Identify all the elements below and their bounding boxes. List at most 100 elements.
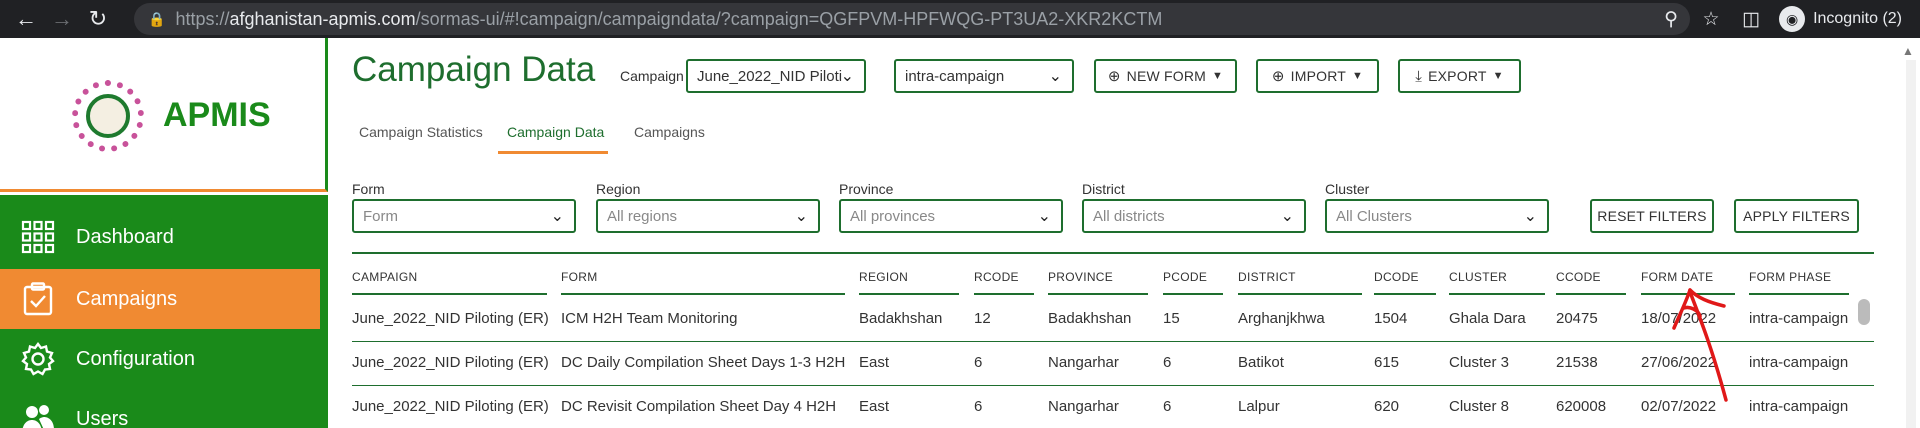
cell-pcode: 6 xyxy=(1163,354,1172,371)
form-filter-select[interactable]: Form ⌄ xyxy=(352,199,576,233)
cell-ccode: 620008 xyxy=(1556,398,1607,415)
cell-pcode: 6 xyxy=(1163,398,1172,415)
cell-district: Arghanjkhwa xyxy=(1238,310,1325,327)
forward-arrow-icon[interactable]: → xyxy=(44,0,80,38)
filter-form-label: Form xyxy=(352,181,385,197)
sidebar-item-campaigns[interactable]: Campaigns xyxy=(0,269,320,329)
cell-form-date: 02/07/2022 xyxy=(1641,398,1717,415)
filter-district-label: District xyxy=(1082,181,1125,197)
header-underline xyxy=(1163,293,1223,295)
browser-toolbar: ← → ↻ 🔒 https://afghanistan-apmis.com/so… xyxy=(0,0,1920,38)
reload-icon[interactable]: ↻ xyxy=(80,0,116,38)
cell-cluster: Cluster 3 xyxy=(1449,354,1510,371)
apply-filters-button[interactable]: APPLY FILTERS xyxy=(1734,199,1859,233)
chevron-down-icon: ⌄ xyxy=(550,208,564,225)
tab-campaign-statistics[interactable]: Campaign Statistics xyxy=(359,124,483,140)
download-icon: ⤓ xyxy=(1415,67,1423,85)
cell-form: DC Daily Compilation Sheet Days 1-3 H2H xyxy=(561,354,846,371)
column-header-campaign[interactable]: CAMPAIGN xyxy=(352,270,418,284)
column-header-cluster[interactable]: CLUSTER xyxy=(1449,270,1507,284)
cell-form-phase: intra-campaign xyxy=(1749,398,1849,415)
sidebar-item-users[interactable]: Users xyxy=(0,389,320,428)
logo-area: APMIS xyxy=(0,38,328,192)
column-header-form[interactable]: FORM xyxy=(561,270,598,284)
cell-ccode: 20475 xyxy=(1556,310,1598,327)
scroll-up-arrow-icon[interactable]: ▲ xyxy=(1902,44,1914,58)
chevron-down-icon: ⌄ xyxy=(1037,208,1051,225)
bookmark-star-icon[interactable]: ☆ xyxy=(1691,0,1731,38)
sidebar: APMIS Dashboard Campaigns Configuration … xyxy=(0,38,328,428)
sidebar-item-dashboard[interactable]: Dashboard xyxy=(0,207,320,267)
tab-campaigns[interactable]: Campaigns xyxy=(634,124,705,140)
filter-divider xyxy=(352,252,1874,254)
chevron-down-icon: ⌄ xyxy=(794,208,808,225)
filter-region-label: Region xyxy=(596,181,641,197)
campaign-phase-select[interactable]: intra-campaign ⌄ xyxy=(894,59,1074,93)
back-arrow-icon[interactable]: ← xyxy=(8,0,44,38)
cell-rcode: 6 xyxy=(974,398,983,415)
sidebar-menu: Dashboard Campaigns Configuration Users xyxy=(0,195,328,428)
column-header-pcode[interactable]: PCODE xyxy=(1163,270,1207,284)
cell-ccode: 21538 xyxy=(1556,354,1598,371)
new-form-button[interactable]: ⊕ NEW FORM ▼ xyxy=(1094,59,1237,93)
column-header-province[interactable]: PROVINCE xyxy=(1048,270,1113,284)
incognito-icon: ◉ xyxy=(1779,6,1806,32)
district-filter-select[interactable]: All districts ⌄ xyxy=(1082,199,1306,233)
page-scrollbar-track[interactable] xyxy=(1906,60,1916,428)
cell-district: Batikot xyxy=(1238,354,1284,371)
clipboard-check-icon xyxy=(20,281,56,317)
header-underline xyxy=(1556,293,1626,295)
province-filter-select[interactable]: All provinces ⌄ xyxy=(839,199,1063,233)
address-bar[interactable]: 🔒 https://afghanistan-apmis.com/sormas-u… xyxy=(134,3,1690,35)
cell-province: Nangarhar xyxy=(1048,398,1119,415)
cluster-filter-select[interactable]: All Clusters ⌄ xyxy=(1325,199,1549,233)
cell-campaign: June_2022_NID Piloting (ER) xyxy=(352,398,549,415)
tab-campaign-data[interactable]: Campaign Data xyxy=(507,124,604,140)
column-header-form-date[interactable]: FORM DATE xyxy=(1641,270,1713,284)
filter-cluster-label: Cluster xyxy=(1325,181,1370,197)
column-header-ccode[interactable]: CCODE xyxy=(1556,270,1601,284)
cell-form: ICM H2H Team Monitoring xyxy=(561,310,738,327)
chevron-down-icon: ⌄ xyxy=(840,68,854,85)
cell-form-phase: intra-campaign xyxy=(1749,354,1849,371)
chevron-down-icon: ⌄ xyxy=(1280,208,1294,225)
header-underline xyxy=(859,293,959,295)
table-row[interactable]: June_2022_NID Piloting (ER) DC Daily Com… xyxy=(352,342,1874,386)
import-button[interactable]: ⊕ IMPORT ▼ xyxy=(1256,59,1379,93)
cell-rcode: 12 xyxy=(974,310,991,327)
cell-region: East xyxy=(859,354,890,371)
reset-filters-button[interactable]: RESET FILTERS xyxy=(1590,199,1714,233)
incognito-indicator[interactable]: ◉ Incognito (2) xyxy=(1779,6,1902,32)
cell-cluster: Cluster 8 xyxy=(1449,398,1510,415)
column-header-rcode[interactable]: RCODE xyxy=(974,270,1019,284)
header-underline xyxy=(1238,293,1362,295)
chevron-down-icon: ⌄ xyxy=(1048,68,1062,85)
cell-region: Badakhshan xyxy=(859,310,943,327)
table-row[interactable]: June_2022_NID Piloting (ER) DC Revisit C… xyxy=(352,386,1874,428)
zoom-icon[interactable]: ⚲ xyxy=(1651,0,1691,38)
table-row[interactable]: June_2022_NID Piloting (ER) ICM H2H Team… xyxy=(352,298,1874,342)
header-underline xyxy=(1374,293,1436,295)
column-header-region[interactable]: REGION xyxy=(859,270,908,284)
region-filter-select[interactable]: All regions ⌄ xyxy=(596,199,820,233)
active-tab-indicator xyxy=(498,151,608,154)
column-header-form-phase[interactable]: FORM PHASE xyxy=(1749,270,1831,284)
campaign-select[interactable]: June_2022_NID Piloti ⌄ xyxy=(686,59,866,93)
cell-form-date: 18/07/2022 xyxy=(1641,310,1717,327)
header-underline xyxy=(974,293,1034,295)
header-underline xyxy=(1048,293,1148,295)
header-underline xyxy=(561,293,845,295)
cell-region: East xyxy=(859,398,890,415)
export-button[interactable]: ⤓ EXPORT ▼ xyxy=(1398,59,1521,93)
cell-rcode: 6 xyxy=(974,354,983,371)
cell-province: Nangarhar xyxy=(1048,354,1119,371)
sidebar-item-configuration[interactable]: Configuration xyxy=(0,329,320,389)
chevron-down-icon: ⌄ xyxy=(1523,208,1537,225)
cell-pcode: 15 xyxy=(1163,310,1180,327)
side-panel-icon[interactable]: ◫ xyxy=(1731,0,1771,38)
plus-circle-icon: ⊕ xyxy=(1271,68,1285,85)
column-header-dcode[interactable]: DCODE xyxy=(1374,270,1419,284)
filter-province-label: Province xyxy=(839,181,894,197)
table-scrollbar-thumb[interactable] xyxy=(1858,299,1870,325)
column-header-district[interactable]: DISTRICT xyxy=(1238,270,1296,284)
